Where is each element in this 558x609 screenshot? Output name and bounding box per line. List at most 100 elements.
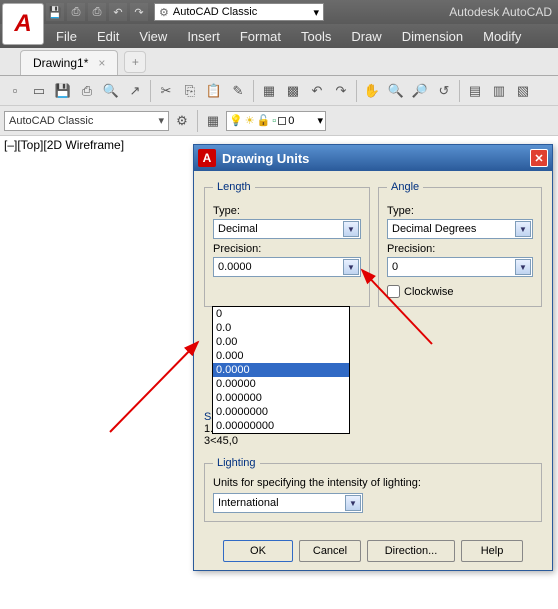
angle-precision-value: 0 — [392, 261, 398, 273]
print-icon[interactable]: ⎙ — [76, 80, 98, 102]
save-icon[interactable]: 💾 — [46, 3, 64, 21]
redo-icon[interactable]: ↷ — [330, 80, 352, 102]
props-icon[interactable]: ▤ — [464, 80, 486, 102]
dialog-buttons: OK Cancel Direction... Help — [194, 532, 552, 570]
file-tab-row: Drawing1* × + — [0, 48, 558, 76]
zoom-win-icon[interactable]: 🔎 — [409, 80, 431, 102]
match-icon[interactable]: ✎ — [227, 80, 249, 102]
lighting-legend: Lighting — [213, 457, 260, 469]
ok-button[interactable]: OK — [223, 540, 293, 562]
chevron-down-icon[interactable]: ▼ — [515, 259, 531, 275]
menu-insert[interactable]: Insert — [187, 29, 220, 44]
chevron-down-icon[interactable]: ▼ — [343, 259, 359, 275]
publish-icon[interactable]: ↗ — [124, 80, 146, 102]
undo-icon[interactable]: ↶ — [109, 3, 127, 21]
sheet-icon[interactable]: ▥ — [488, 80, 510, 102]
chevron-down-icon[interactable]: ▼ — [515, 221, 531, 237]
precision-option[interactable]: 0.0000000 — [213, 405, 349, 419]
precision-option[interactable]: 0.00000000 — [213, 419, 349, 433]
zoom-prev-icon[interactable]: ↺ — [433, 80, 455, 102]
app-title: Autodesk AutoCAD — [449, 5, 552, 19]
menu-edit[interactable]: Edit — [97, 29, 119, 44]
undo-icon[interactable]: ↶ — [306, 80, 328, 102]
separator — [459, 80, 460, 102]
menu-dimension[interactable]: Dimension — [402, 29, 463, 44]
open-icon[interactable]: ▭ — [28, 80, 50, 102]
precision-option[interactable]: 0 — [213, 307, 349, 321]
help-button[interactable]: Help — [461, 540, 523, 562]
close-icon[interactable]: ✕ — [530, 149, 548, 167]
length-type-label: Type: — [213, 205, 361, 217]
precision-option[interactable]: 0.000 — [213, 349, 349, 363]
dialog-titlebar[interactable]: A Drawing Units ✕ — [194, 145, 552, 171]
angle-type-value: Decimal Degrees — [392, 223, 476, 235]
cancel-button[interactable]: Cancel — [299, 540, 361, 562]
save-icon[interactable]: 💾 — [52, 80, 74, 102]
title-bar: ▫ ▭ 💾 ⎙ ⎙ ↶ ↷ ⚙ AutoCAD Classic ▾ Autode… — [0, 0, 558, 24]
menu-tools[interactable]: Tools — [301, 29, 331, 44]
lighting-label: Units for specifying the intensity of li… — [213, 477, 533, 489]
lighting-combo[interactable]: International ▼ — [213, 493, 363, 513]
angle-legend: Angle — [387, 181, 423, 193]
toolbar-1: ▫ ▭ 💾 ⎙ 🔍 ↗ ✂ ⎘ 📋 ✎ ▦ ▩ ↶ ↷ ✋ 🔍 🔎 ↺ ▤ ▥ … — [0, 76, 558, 106]
toolbar-2: AutoCAD Classic ▾ ⚙ ▦ 💡 ☀ 🔓 ▫ 0 ▾ — [0, 106, 558, 136]
app-logo[interactable]: A — [2, 3, 44, 45]
separator — [197, 110, 198, 132]
clockwise-input[interactable] — [387, 285, 400, 298]
layer-toolbar: ▦ 💡 ☀ 🔓 ▫ 0 ▾ — [202, 110, 326, 132]
color-swatch — [278, 117, 286, 125]
precision-option-selected[interactable]: 0.0000 — [213, 363, 349, 377]
block-icon[interactable]: ▦ — [258, 80, 280, 102]
new-icon[interactable]: ▫ — [4, 80, 26, 102]
chevron-down-icon[interactable]: ▼ — [343, 221, 359, 237]
precision-option[interactable]: 0.000000 — [213, 391, 349, 405]
saveas-icon[interactable]: ⎙ — [67, 3, 85, 21]
preview-icon[interactable]: 🔍 — [100, 80, 122, 102]
drawing-units-dialog: A Drawing Units ✕ Length Type: Decimal ▼… — [193, 144, 553, 571]
precision-dropdown-list[interactable]: 0 0.0 0.00 0.000 0.0000 0.00000 0.000000… — [212, 306, 350, 434]
close-tab-icon[interactable]: × — [98, 56, 105, 70]
plot-icon: ▫ — [272, 115, 276, 127]
separator — [253, 80, 254, 102]
angle-type-label: Type: — [387, 205, 533, 217]
layer-mgr-icon[interactable]: ▦ — [202, 110, 224, 132]
precision-option[interactable]: 0.00 — [213, 335, 349, 349]
redo-icon[interactable]: ↷ — [130, 3, 148, 21]
cut-icon[interactable]: ✂ — [155, 80, 177, 102]
workspace-combo[interactable]: AutoCAD Classic ▾ — [4, 111, 169, 131]
viewport-label[interactable]: [–][Top][2D Wireframe] — [4, 138, 124, 152]
length-precision-value: 0.0000 — [218, 261, 252, 273]
copy-icon[interactable]: ⎘ — [179, 80, 201, 102]
menu-modify[interactable]: Modify — [483, 29, 521, 44]
length-precision-label: Precision: — [213, 243, 361, 255]
gear-icon[interactable]: ⚙ — [171, 110, 193, 132]
pan-icon[interactable]: ✋ — [361, 80, 383, 102]
workspace-combo-text: AutoCAD Classic — [9, 115, 93, 127]
paste-icon[interactable]: 📋 — [203, 80, 225, 102]
precision-option[interactable]: 0.00000 — [213, 377, 349, 391]
precision-option[interactable]: 0.0 — [213, 321, 349, 335]
menu-draw[interactable]: Draw — [351, 29, 381, 44]
length-type-combo[interactable]: Decimal ▼ — [213, 219, 361, 239]
menu-view[interactable]: View — [139, 29, 167, 44]
workspace-dropdown[interactable]: ⚙ AutoCAD Classic ▾ — [154, 3, 324, 21]
direction-button[interactable]: Direction... — [367, 540, 455, 562]
zoom-icon[interactable]: 🔍 — [385, 80, 407, 102]
chevron-down-icon[interactable]: ▼ — [345, 495, 361, 511]
chevron-down-icon: ▾ — [158, 114, 164, 127]
new-tab-button[interactable]: + — [124, 51, 146, 73]
angle-type-combo[interactable]: Decimal Degrees ▼ — [387, 219, 533, 239]
dialog-title: Drawing Units — [222, 151, 309, 166]
file-tab-label: Drawing1* — [33, 56, 88, 70]
print-icon[interactable]: ⎙ — [88, 3, 106, 21]
block2-icon[interactable]: ▩ — [282, 80, 304, 102]
angle-precision-combo[interactable]: 0 ▼ — [387, 257, 533, 277]
length-precision-combo[interactable]: 0.0000 ▼ — [213, 257, 361, 277]
clockwise-checkbox[interactable]: Clockwise — [387, 285, 533, 298]
file-tab[interactable]: Drawing1* × — [20, 50, 118, 75]
menu-file[interactable]: File — [56, 29, 77, 44]
layer-combo[interactable]: 💡 ☀ 🔓 ▫ 0 ▾ — [226, 111, 326, 131]
chevron-down-icon: ▾ — [317, 114, 323, 127]
tool-icon[interactable]: ▧ — [512, 80, 534, 102]
menu-format[interactable]: Format — [240, 29, 281, 44]
